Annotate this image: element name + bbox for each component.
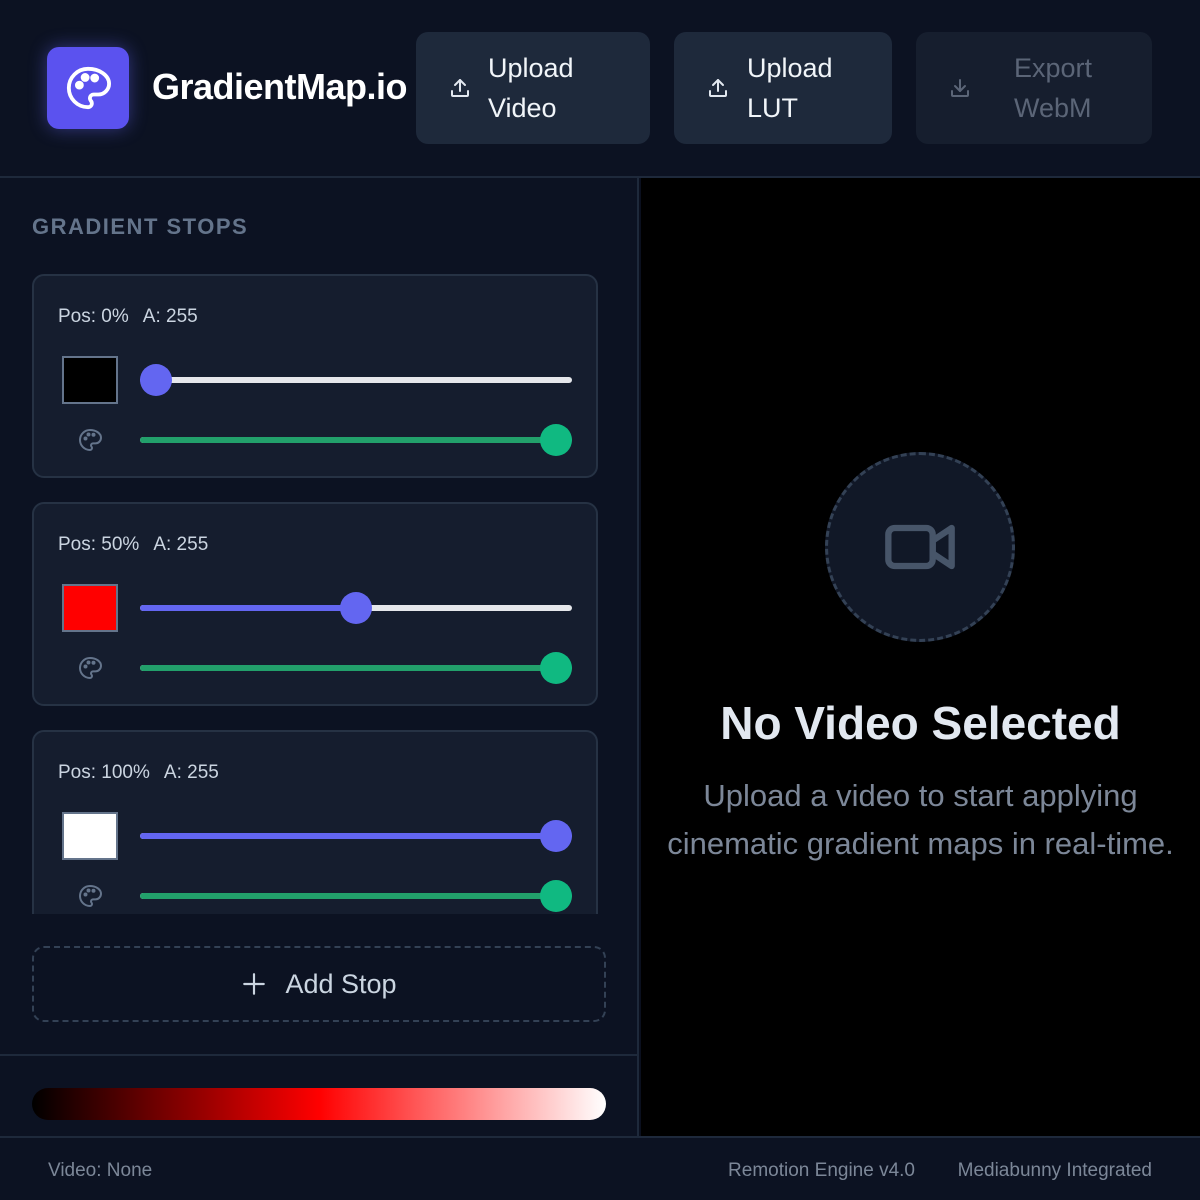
stop-position-text: Pos: 50% [58, 534, 140, 555]
empty-state-circle [825, 452, 1015, 642]
palette-icon [79, 885, 102, 907]
empty-state-title: No Video Selected [720, 697, 1121, 749]
palette-icon [79, 429, 102, 451]
app-logo [47, 47, 129, 129]
stop-meta: Pos: 50% A: 255 [58, 534, 208, 556]
stop-meta: Pos: 0% A: 255 [58, 306, 198, 328]
stop-color-swatch[interactable] [62, 812, 118, 860]
stop-position-text: Pos: 100% [58, 762, 150, 783]
gradient-preview-bar [32, 1088, 606, 1120]
slider-thumb[interactable] [140, 364, 172, 396]
video-status: Video: None [48, 1160, 153, 1181]
video-camera-icon [885, 524, 955, 570]
plus-icon [243, 973, 266, 995]
slider-fill [140, 437, 572, 443]
app-header: GradientMap.io Upload Video Upload LUT E… [0, 0, 1200, 178]
gradient-stop-card: Pos: 50% A: 255 [32, 502, 598, 706]
video-viewer: No Video Selected Upload a video to star… [641, 178, 1200, 1136]
slider-thumb[interactable] [540, 820, 572, 852]
upload-video-button[interactable]: Upload Video [416, 32, 650, 144]
upload-video-label: Upload Video [488, 53, 574, 123]
stop-color-swatch[interactable] [62, 356, 118, 404]
stop-position-slider[interactable] [140, 364, 572, 396]
stop-alpha-text: A: 255 [153, 534, 209, 555]
empty-state-description: Upload a video to start applying cinemat… [667, 778, 1174, 861]
gradient-preview-area [0, 1054, 637, 1136]
stop-alpha-text: A: 255 [163, 762, 219, 783]
export-webm-label: Export WebM [1014, 53, 1093, 123]
stops-list[interactable]: Pos: 0% A: 255 Pos: 50% A: 255 Pos: 100%… [32, 274, 607, 914]
gradient-sidebar: GRADIENT STOPS Pos: 0% A: 255 Pos: 50% A… [0, 178, 639, 1136]
palette-icon [79, 657, 102, 679]
upload-icon [709, 79, 727, 97]
stop-alpha-text: A: 255 [142, 306, 198, 327]
add-stop-label: Add Stop [285, 968, 397, 999]
slider-track [140, 377, 572, 383]
slider-fill [140, 605, 356, 611]
stop-position-slider[interactable] [140, 592, 572, 624]
slider-fill [140, 833, 572, 839]
slider-thumb[interactable] [540, 424, 572, 456]
stop-color-swatch[interactable] [62, 584, 118, 632]
integration-status: Mediabunny Integrated [957, 1160, 1152, 1181]
slider-thumb[interactable] [340, 592, 372, 624]
slider-fill [140, 893, 572, 899]
download-icon [951, 79, 969, 97]
engine-status: Remotion Engine v4.0 [728, 1160, 915, 1181]
gradient-stop-card: Pos: 100% A: 255 [32, 730, 598, 914]
status-bar: Video: None Remotion Engine v4.0 Mediabu… [0, 1136, 1200, 1200]
section-title: GRADIENT STOPS [32, 214, 249, 239]
app-title: GradientMap.io [152, 66, 408, 107]
slider-thumb[interactable] [540, 652, 572, 684]
gradient-stop-card: Pos: 0% A: 255 [32, 274, 598, 478]
stop-position-slider[interactable] [140, 820, 572, 852]
upload-lut-label: Upload LUT [747, 53, 833, 123]
upload-lut-button[interactable]: Upload LUT [674, 32, 892, 144]
add-stop-button[interactable]: Add Stop [32, 946, 606, 1022]
upload-icon [451, 79, 469, 97]
stop-alpha-slider[interactable] [140, 424, 572, 456]
stop-meta: Pos: 100% A: 255 [58, 762, 219, 784]
slider-thumb[interactable] [540, 880, 572, 912]
slider-fill [140, 665, 572, 671]
palette-icon [66, 66, 111, 110]
stop-alpha-slider[interactable] [140, 880, 572, 912]
stop-position-text: Pos: 0% [58, 306, 129, 327]
stop-alpha-slider[interactable] [140, 652, 572, 684]
export-webm-button[interactable]: Export WebM [916, 32, 1152, 144]
